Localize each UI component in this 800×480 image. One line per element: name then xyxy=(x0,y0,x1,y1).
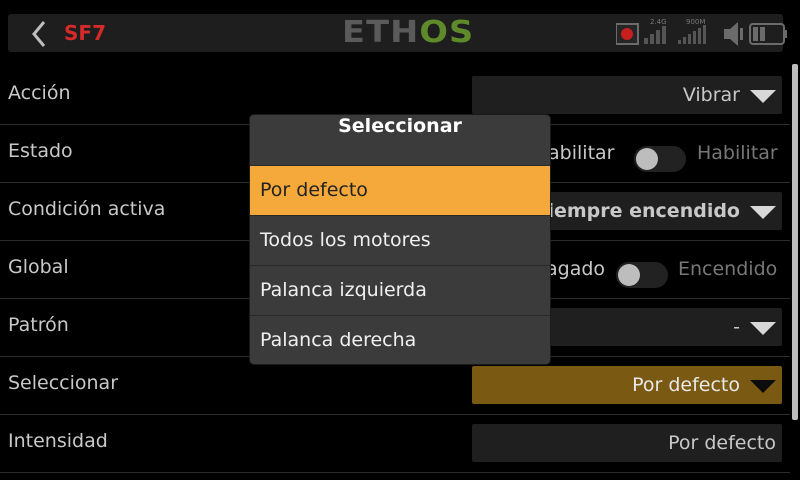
active-condition-value: Siempre encendido xyxy=(533,200,740,222)
signal-bars-icon: 2.4G xyxy=(644,18,667,44)
state-label: Estado xyxy=(8,140,73,162)
ethos-logo: ETHOS xyxy=(342,15,475,50)
toggle-knob xyxy=(618,264,640,286)
record-icon xyxy=(616,23,639,45)
popup-option-right-stick[interactable]: Palanca derecha xyxy=(250,315,550,364)
pattern-value: - xyxy=(733,316,740,338)
select-dropdown[interactable]: Por defecto xyxy=(472,366,782,404)
popup-option-left-stick[interactable]: Palanca izquierda xyxy=(250,265,550,315)
pattern-label: Patrón xyxy=(8,314,69,336)
popup-option-all-motors[interactable]: Todos los motores xyxy=(250,215,550,265)
global-on-label: Encendido xyxy=(678,258,778,280)
dropdown-arrow-icon xyxy=(750,90,776,103)
state-toggle[interactable] xyxy=(634,146,686,172)
toggle-knob xyxy=(636,148,658,170)
intensity-value: Por defecto xyxy=(668,432,776,454)
action-value: Vibrar xyxy=(682,84,740,106)
top-bar: SF7 ETHOS 2.4G 900M xyxy=(8,14,787,52)
row-intensidad: Intensidad Por defecto xyxy=(0,414,790,473)
scrollbar[interactable] xyxy=(792,64,798,420)
global-off-label: agado xyxy=(546,258,606,280)
select-label: Seleccionar xyxy=(8,372,119,394)
svg-text:2.4G: 2.4G xyxy=(650,18,667,26)
status-icons: 2.4G 900M xyxy=(616,18,787,46)
dropdown-arrow-icon xyxy=(750,206,776,219)
dropdown-arrow-icon xyxy=(750,380,776,393)
signal-bars-icon: 900M xyxy=(678,18,706,44)
speaker-icon xyxy=(724,22,743,46)
select-value: Por defecto xyxy=(632,374,740,396)
popup-title: Seleccionar xyxy=(338,115,462,137)
global-toggle[interactable] xyxy=(616,262,668,288)
intensity-label: Intensidad xyxy=(8,430,108,452)
dropdown-arrow-icon xyxy=(750,322,776,335)
active-condition-label: Condición activa xyxy=(8,198,166,220)
intensity-field[interactable]: Por defecto xyxy=(472,424,782,462)
chevron-left-icon xyxy=(32,21,46,47)
global-label: Global xyxy=(8,256,69,278)
svg-text:900M: 900M xyxy=(686,18,705,26)
popup-option-default[interactable]: Por defecto xyxy=(250,165,550,215)
action-label: Acción xyxy=(8,82,71,104)
screen-id: SF7 xyxy=(64,21,106,45)
back-button[interactable] xyxy=(24,20,54,48)
state-on-label: Habilitar xyxy=(697,142,778,164)
battery-icon xyxy=(749,23,787,45)
row-seleccionar: Seleccionar Por defecto xyxy=(0,356,790,415)
select-popup: Seleccionar Por defecto Todos los motore… xyxy=(250,115,550,364)
action-dropdown[interactable]: Vibrar xyxy=(472,76,782,114)
